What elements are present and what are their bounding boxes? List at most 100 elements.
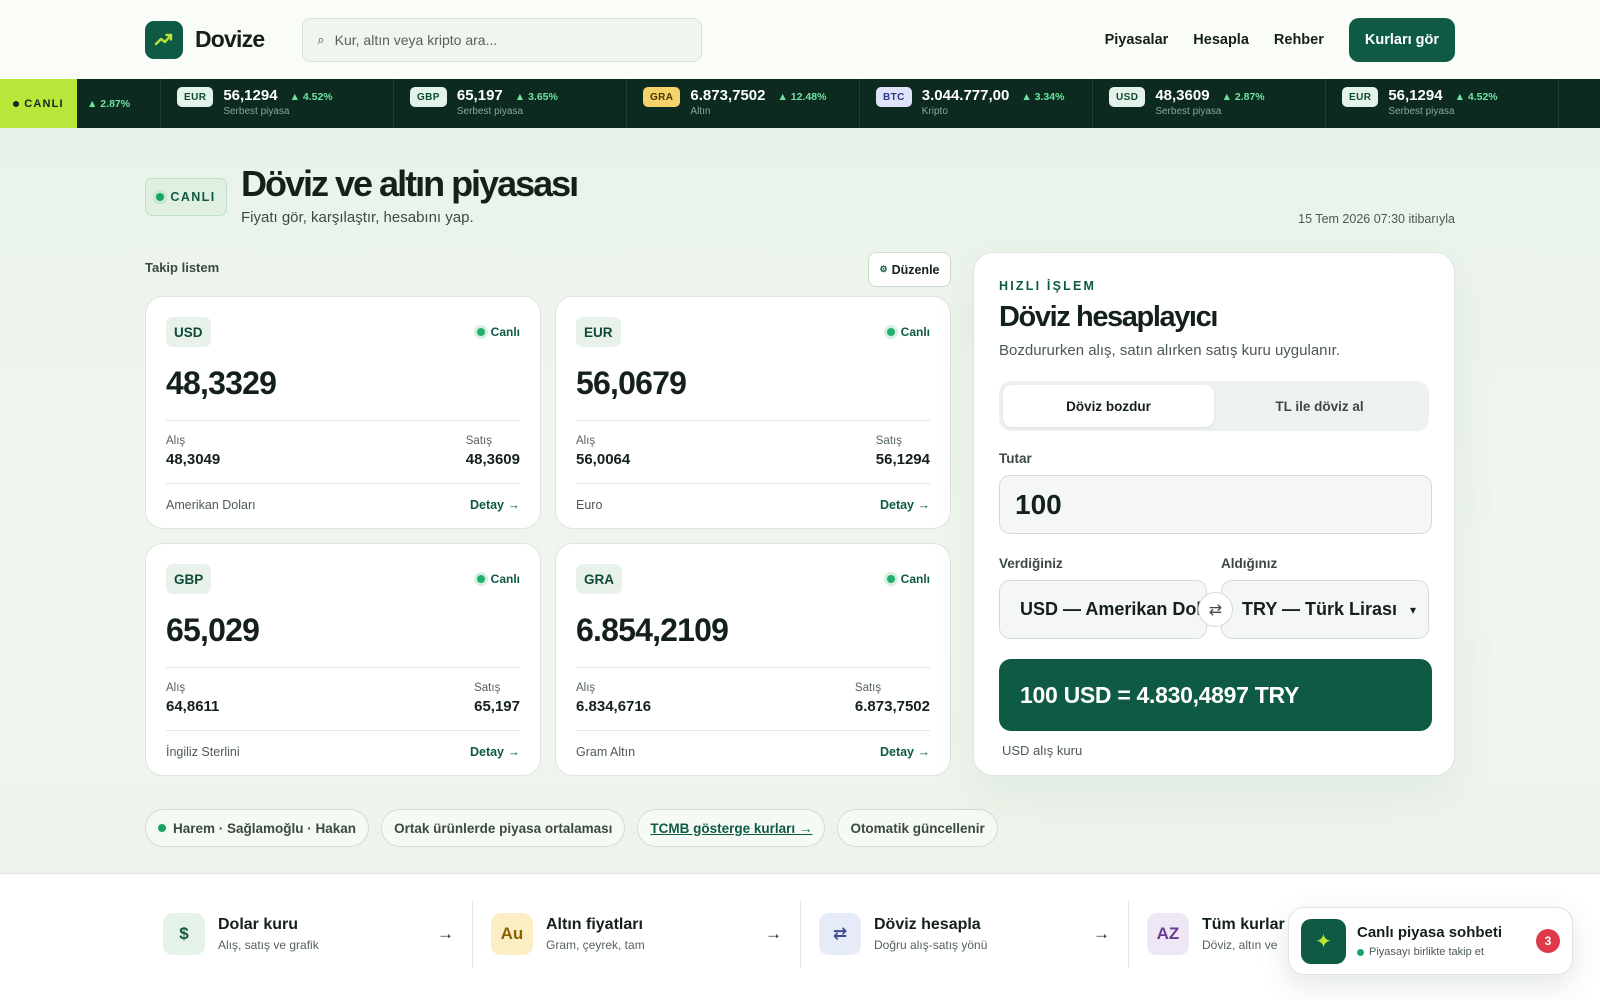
ticker-value: 3.044.777,00 bbox=[921, 87, 1010, 104]
chip-sources-label: Harem · Sağlamoğlu · Hakan bbox=[173, 820, 357, 836]
quick-link-gold[interactable]: Au Altın fiyatları Gram, çeyrek, tam → bbox=[473, 900, 801, 968]
conversion-result: 100 USD = 4.830,4897 TRY bbox=[999, 659, 1432, 731]
sell-value: 65,197 bbox=[474, 698, 520, 715]
ticker-change: ▲ 3.65% bbox=[514, 91, 558, 103]
chat-subtitle: Piyasayı birlikte takip et bbox=[1369, 946, 1484, 958]
ticker-item[interactable]: GRA 6.873,7502 ▲ 12.48% Altın bbox=[627, 79, 860, 128]
edit-watchlist-button[interactable]: ⚙ Düzenle bbox=[868, 252, 951, 287]
from-currency-select[interactable]: USD — Amerikan Doları bbox=[999, 580, 1207, 639]
main-nav: Piyasalar Hesapla Rehber Kurları gör bbox=[1105, 17, 1455, 62]
ticker-change: ▲ 4.52% bbox=[289, 91, 333, 103]
trend-up-icon bbox=[145, 20, 183, 59]
currency-code: GRA bbox=[576, 564, 622, 594]
chip-auto-update: Otomatik güncellenir bbox=[837, 809, 998, 847]
ticker-item[interactable]: EUR 56,1294 ▲ 4.52% Serbest piyasa bbox=[161, 79, 394, 128]
quick-link-title: Tüm kurlar bbox=[1202, 916, 1285, 933]
from-currency-value: USD — Amerikan Doları bbox=[1020, 599, 1207, 619]
ticker-code: BTC bbox=[876, 87, 912, 107]
rate-value: 48,3329 bbox=[166, 365, 277, 401]
live-dot-icon bbox=[476, 575, 485, 583]
ticker-item[interactable]: BTC 3.044.777,00 ▲ 3.34% Kripto bbox=[860, 79, 1093, 128]
detail-link[interactable]: Detay → bbox=[470, 498, 520, 512]
gear-icon: ⚙ bbox=[879, 264, 888, 274]
nav-link-piyasalar[interactable]: Piyasalar bbox=[1105, 32, 1169, 48]
detail-link[interactable]: Detay → bbox=[470, 745, 520, 759]
live-chat-widget[interactable]: ✦ Canlı piyasa sohbeti Piyasayı birlikte… bbox=[1288, 907, 1573, 975]
ticker-item[interactable]: USD 48,3609 ▲ 2.87% Serbest piyasa bbox=[1093, 79, 1326, 128]
detail-link[interactable]: Detay → bbox=[880, 498, 930, 512]
sell-value: 56,1294 bbox=[875, 451, 930, 468]
buy-value: 56,0064 bbox=[576, 451, 631, 468]
arrow-right-icon: → bbox=[437, 924, 454, 943]
quick-link-subtitle: Doğru alış-satış yönü bbox=[874, 938, 988, 952]
currency-name: Gram Altın bbox=[576, 745, 636, 759]
tab-buy-with-tl[interactable]: TL ile döviz al bbox=[1214, 385, 1425, 427]
all-rates-icon: AZ bbox=[1147, 913, 1189, 955]
detail-link[interactable]: Detay → bbox=[880, 745, 930, 759]
live-indicator: Canlı bbox=[476, 325, 520, 339]
calc-description: Bozdururken alış, satın alırken satış ku… bbox=[999, 342, 1341, 359]
rate-card-gra[interactable]: GRA Canlı 6.854,2109 Alış 6.834,6716 Satış… bbox=[555, 543, 951, 776]
search-box[interactable]: ⌕ bbox=[302, 17, 703, 62]
ticker-change: ▲ 3.34% bbox=[1021, 91, 1065, 103]
swap-icon[interactable]: ⇄ bbox=[1198, 592, 1233, 627]
tab-sell-currency[interactable]: Döviz bozdur bbox=[1003, 385, 1214, 427]
calc-mode-tabs: Döviz bozdur TL ile döviz al bbox=[999, 381, 1429, 431]
chat-subtitle-row: Piyasayı birlikte takip et bbox=[1357, 946, 1502, 958]
live-dot-icon bbox=[476, 328, 485, 336]
quick-link-calculate[interactable]: ⇄ Döviz hesapla Doğru alış-satış yönü → bbox=[801, 900, 1129, 968]
live-label: Canlı bbox=[900, 325, 930, 339]
calc-title: Döviz hesaplayıcı bbox=[999, 301, 1218, 333]
sell-label: Satış bbox=[875, 435, 902, 447]
top-header: Dovize ⌕ Piyasalar Hesapla Rehber Kurlar… bbox=[0, 0, 1600, 79]
arrow-right-icon: → bbox=[765, 924, 782, 943]
rate-value: 56,0679 bbox=[576, 365, 687, 401]
currency-code: GBP bbox=[166, 564, 212, 594]
ticker-code: USD bbox=[1109, 87, 1146, 107]
exchange-icon: ⇄ bbox=[819, 913, 861, 955]
quick-link-title: Altın fiyatları bbox=[546, 916, 643, 933]
from-label: Verdiğiniz bbox=[999, 556, 1063, 571]
buy-label: Alış bbox=[576, 435, 596, 447]
sell-value: 48,3609 bbox=[465, 451, 520, 468]
currency-code: USD bbox=[166, 317, 211, 347]
ticker-live-tag: CANLI bbox=[0, 79, 77, 128]
view-rates-button[interactable]: Kurları gör bbox=[1348, 17, 1455, 62]
nav-link-rehber[interactable]: Rehber bbox=[1274, 32, 1324, 48]
ticker-item[interactable]: EUR 56,1294 ▲ 4.52% Serbest piyasa bbox=[1326, 79, 1559, 128]
ticker-live-label: CANLI bbox=[24, 97, 64, 110]
amount-input[interactable]: 100 bbox=[999, 475, 1432, 534]
rate-value: 65,029 bbox=[166, 612, 260, 648]
ticker-item[interactable]: GBP 65,197 ▲ 3.65% Serbest piyasa bbox=[394, 79, 627, 128]
buy-value: 64,8611 bbox=[166, 698, 220, 715]
rate-card-eur[interactable]: EUR Canlı 56,0679 Alış 56,0064 Satış 56,129… bbox=[555, 296, 951, 529]
live-dot-icon bbox=[886, 575, 895, 583]
quick-link-dollar[interactable]: $ Dolar kuru Alış, satış ve grafik → bbox=[145, 900, 473, 968]
brand-logo[interactable]: Dovize bbox=[145, 20, 265, 59]
amount-label: Tutar bbox=[999, 451, 1032, 466]
live-dot-icon bbox=[156, 193, 165, 201]
to-currency-value: TRY — Türk Lirası bbox=[1242, 599, 1398, 619]
dollar-icon: $ bbox=[163, 913, 205, 955]
currency-code: EUR bbox=[576, 317, 621, 347]
rate-card-gbp[interactable]: GBP Canlı 65,029 Alış 64,8611 Satış 65,197 … bbox=[145, 543, 541, 776]
ticker-source: Serbest piyasa bbox=[456, 106, 524, 117]
to-label: Aldığınız bbox=[1221, 556, 1278, 571]
live-dot-icon bbox=[886, 328, 895, 336]
to-currency-select[interactable]: TRY — Türk Lirası ▾ bbox=[1221, 580, 1429, 639]
ticker-change: ▲ 12.48% bbox=[777, 91, 827, 103]
sell-label: Satış bbox=[465, 435, 492, 447]
rate-card-usd[interactable]: USD Canlı 48,3329 Alış 48,3049 Satış 48,360… bbox=[145, 296, 541, 529]
nav-link-hesapla[interactable]: Hesapla bbox=[1193, 32, 1249, 48]
currency-pair: USD — Amerikan Doları ⇄ TRY — Türk Liras… bbox=[999, 580, 1429, 639]
search-icon: ⌕ bbox=[317, 31, 325, 47]
chip-tcmb-link[interactable]: TCMB gösterge kurları → bbox=[637, 809, 826, 847]
search-input[interactable] bbox=[334, 31, 688, 48]
live-label: Canlı bbox=[490, 572, 520, 586]
currency-name: Euro bbox=[576, 498, 603, 512]
ticker-code: GRA bbox=[643, 87, 681, 107]
chip-market-average: Ortak ürünlerde piyasa ortalaması bbox=[381, 809, 626, 847]
ticker-change: ▲ 2.87% bbox=[1221, 91, 1265, 103]
live-badge: CANLI bbox=[145, 178, 227, 216]
ticker-source: Serbest piyasa bbox=[223, 106, 290, 117]
